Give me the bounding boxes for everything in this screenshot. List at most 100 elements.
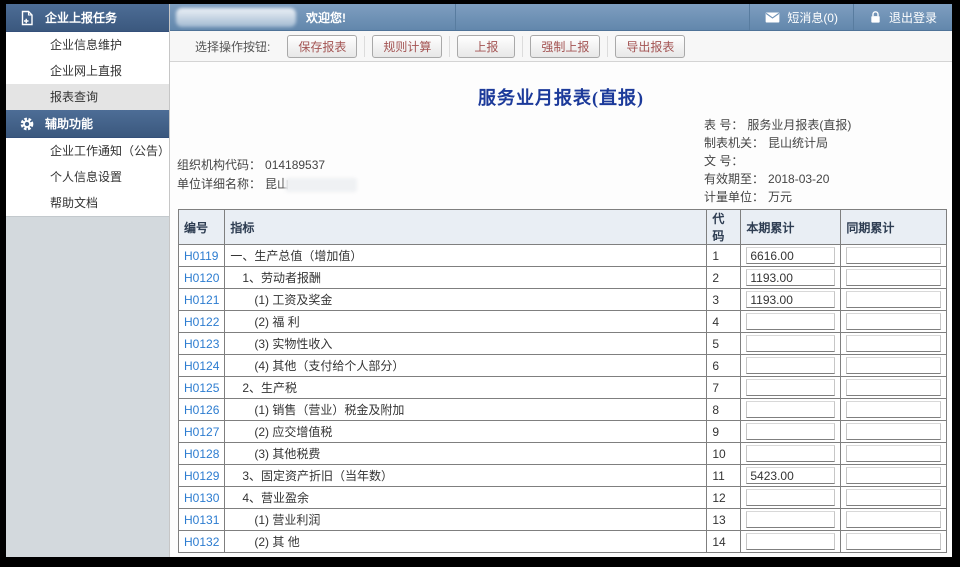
row-seq: 3 <box>707 289 741 311</box>
redacted-unit-name <box>285 178 357 192</box>
current-period-input[interactable] <box>746 379 835 396</box>
sidebar-item[interactable]: 帮助文档 <box>6 190 169 216</box>
current-period-input[interactable] <box>746 445 835 462</box>
current-period-input[interactable] <box>746 247 835 264</box>
row-indicator: 1、劳动者报酬 <box>225 267 707 289</box>
sidebar-item[interactable]: 报表查询 <box>6 84 169 110</box>
same-period-input[interactable] <box>846 489 941 506</box>
table-row: H0130 4、营业盈余 12 <box>179 487 947 509</box>
same-period-input[interactable] <box>846 401 941 418</box>
messages-button[interactable]: 短消息(0) <box>749 4 853 30</box>
col-header-seq: 代码 <box>707 210 741 245</box>
table-row: H0124 (4) 其他（支付给个人部分） 6 <box>179 355 947 377</box>
toolbar-button[interactable]: 保存报表 <box>287 35 357 58</box>
current-period-input[interactable] <box>746 269 835 286</box>
sidebar-section-title: 企业上报任务 <box>45 9 117 26</box>
row-code-link[interactable]: H0119 <box>184 249 218 263</box>
row-code-link[interactable]: H0130 <box>184 491 219 505</box>
row-code-link[interactable]: H0123 <box>184 337 219 351</box>
same-period-input[interactable] <box>846 335 941 352</box>
row-code-link[interactable]: H0122 <box>184 315 219 329</box>
toolbar: 选择操作按钮: 保存报表 规则计算 上报 强制上报 导出报表 <box>170 31 952 62</box>
envelope-icon <box>765 12 780 23</box>
current-period-input[interactable] <box>746 467 835 484</box>
row-indicator: (1) 工资及奖金 <box>225 289 707 311</box>
same-period-input[interactable] <box>846 379 941 396</box>
meta-label: 制表机关： <box>704 136 764 150</box>
current-period-input[interactable] <box>746 291 835 308</box>
same-period-input[interactable] <box>846 533 941 550</box>
table-row: H0129 3、固定资产折旧（当年数） 11 <box>179 465 947 487</box>
toolbar-divider <box>449 36 450 57</box>
row-seq: 9 <box>707 421 741 443</box>
row-indicator: (4) 其他（支付给个人部分） <box>225 355 707 377</box>
current-period-input[interactable] <box>746 423 835 440</box>
toolbar-divider <box>607 36 608 57</box>
report-table: 编号 指标 代码 本期累计 同期累计 H0119 一、生产总值（增加值） 1 H… <box>178 209 947 553</box>
row-indicator: (2) 应交增值税 <box>225 421 707 443</box>
row-code-link[interactable]: H0129 <box>184 469 219 483</box>
toolbar-button[interactable]: 强制上报 <box>530 35 600 58</box>
row-seq: 5 <box>707 333 741 355</box>
sidebar-section-header[interactable]: 企业上报任务 <box>6 4 169 32</box>
current-period-input[interactable] <box>746 335 835 352</box>
sidebar-item[interactable]: 企业信息维护 <box>6 32 169 58</box>
current-period-input[interactable] <box>746 489 835 506</box>
table-row: H0128 (3) 其他税费 10 <box>179 443 947 465</box>
topbar-divider <box>455 4 456 30</box>
messages-label: 短消息(0) <box>787 9 838 26</box>
row-indicator: (2) 福 利 <box>225 311 707 333</box>
org-code-value: 014189537 <box>265 158 325 172</box>
row-code-link[interactable]: H0125 <box>184 381 219 395</box>
row-code-link[interactable]: H0120 <box>184 271 219 285</box>
row-code-link[interactable]: H0124 <box>184 359 219 373</box>
row-code-link[interactable]: H0131 <box>184 513 219 527</box>
toolbar-button[interactable]: 导出报表 <box>615 35 685 58</box>
row-seq: 12 <box>707 487 741 509</box>
same-period-input[interactable] <box>846 247 941 264</box>
meta-label: 文 号： <box>704 154 743 168</box>
gear-icon <box>19 116 35 132</box>
same-period-input[interactable] <box>846 291 941 308</box>
current-period-input[interactable] <box>746 511 835 528</box>
row-indicator: (1) 营业利润 <box>225 509 707 531</box>
redacted-username <box>176 8 296 27</box>
row-code-link[interactable]: H0127 <box>184 425 219 439</box>
table-row: H0131 (1) 营业利润 13 <box>179 509 947 531</box>
row-code-link[interactable]: H0121 <box>184 293 219 307</box>
table-row: H0121 (1) 工资及奖金 3 <box>179 289 947 311</box>
sidebar-item[interactable]: 企业工作通知（公告） <box>6 138 169 164</box>
report-content: 服务业月报表(直报) 组织机构代码：014189537 单位详细名称：昆山 表 … <box>170 62 952 557</box>
row-code-link[interactable]: H0128 <box>184 447 219 461</box>
top-bar: 欢迎您! 短消息(0) 退出登录 <box>170 4 952 31</box>
same-period-input[interactable] <box>846 511 941 528</box>
org-code-line: 组织机构代码： 014189537 <box>177 156 357 175</box>
row-seq: 7 <box>707 377 741 399</box>
logout-button[interactable]: 退出登录 <box>853 4 952 30</box>
row-code-link[interactable]: H0132 <box>184 535 219 549</box>
org-code-label: 组织机构代码： <box>177 158 261 172</box>
sidebar-section-header[interactable]: 辅助功能 <box>6 110 169 138</box>
current-period-input[interactable] <box>746 533 835 550</box>
same-period-input[interactable] <box>846 269 941 286</box>
meta-value: 万元 <box>768 190 792 204</box>
row-indicator: (3) 其他税费 <box>225 443 707 465</box>
same-period-input[interactable] <box>846 357 941 374</box>
same-period-input[interactable] <box>846 467 941 484</box>
current-period-input[interactable] <box>746 313 835 330</box>
same-period-input[interactable] <box>846 423 941 440</box>
col-header-same: 同期累计 <box>841 210 947 245</box>
same-period-input[interactable] <box>846 313 941 330</box>
toolbar-button[interactable]: 规则计算 <box>372 35 442 58</box>
meta-label: 有效期至： <box>704 172 764 186</box>
row-seq: 10 <box>707 443 741 465</box>
toolbar-divider <box>522 36 523 57</box>
toolbar-button[interactable]: 上报 <box>457 35 515 58</box>
same-period-input[interactable] <box>846 445 941 462</box>
row-code-link[interactable]: H0126 <box>184 403 219 417</box>
sidebar-item[interactable]: 企业网上直报 <box>6 58 169 84</box>
sidebar-item[interactable]: 个人信息设置 <box>6 164 169 190</box>
sidebar-section-title: 辅助功能 <box>45 115 93 132</box>
current-period-input[interactable] <box>746 401 835 418</box>
current-period-input[interactable] <box>746 357 835 374</box>
